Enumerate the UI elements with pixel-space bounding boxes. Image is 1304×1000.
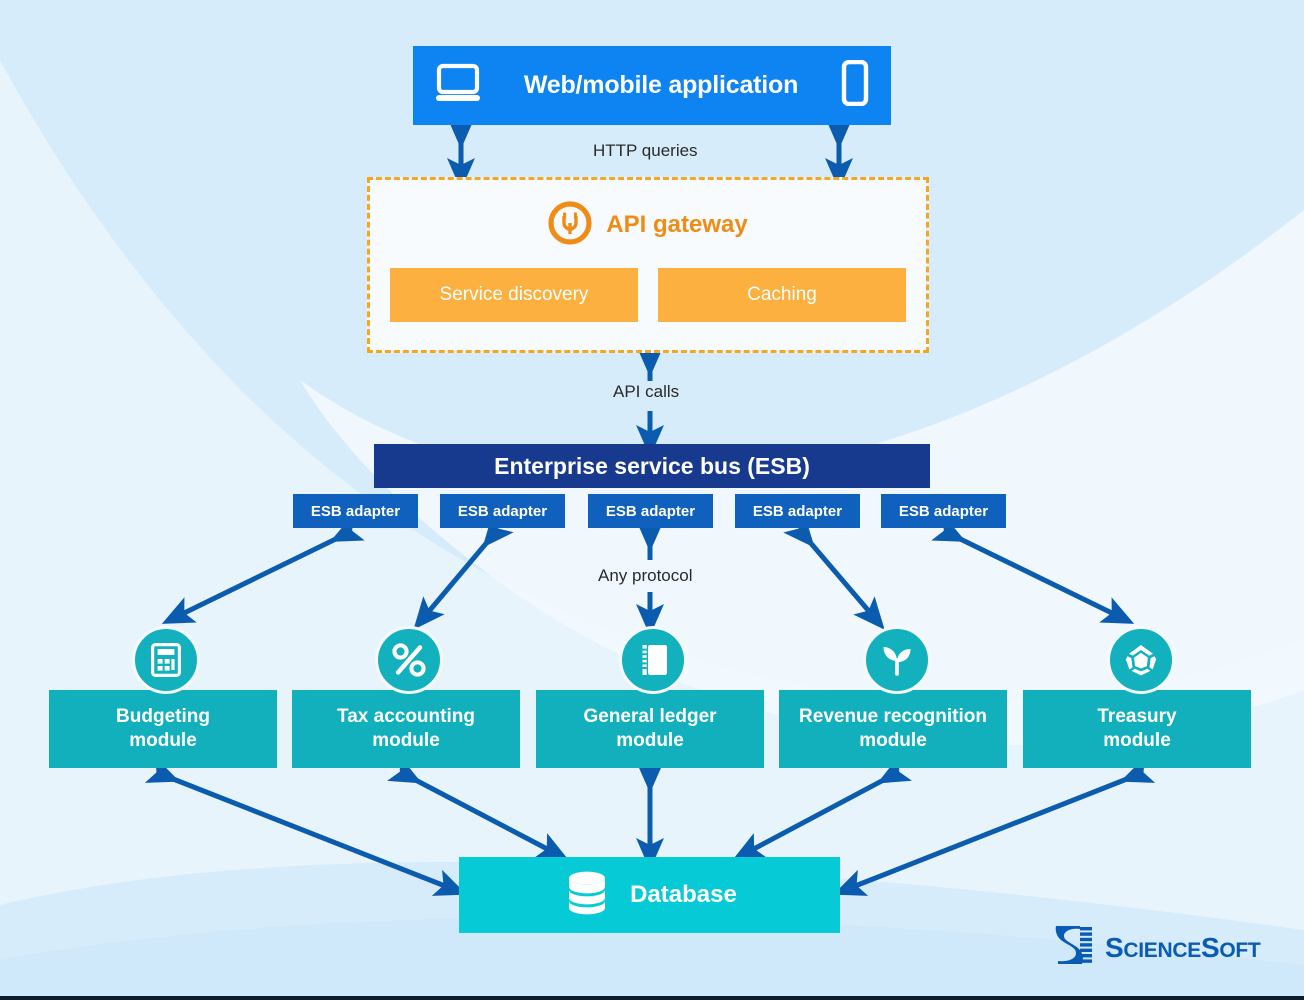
module-tax-accounting-line1: Tax accounting [337,706,475,728]
esb-adapter-3[interactable]: ESB adapter [588,494,713,528]
api-gateway-header: API gateway [548,200,748,250]
percent-icon [375,626,443,694]
laptop-icon [435,63,481,108]
logo-s1: S [1105,931,1124,963]
diagram-canvas: Web/mobile application HTTP queries API … [0,0,1304,1000]
ledger-book-icon [619,626,687,694]
mobile-phone-icon [841,59,869,111]
sciencesoft-s-mark [1050,922,1096,973]
module-budgeting[interactable]: Budgeting module [49,690,277,768]
database-cylinder-icon [562,870,612,921]
module-revenue-recognition-line2: module [859,730,927,751]
logo-oft: OFT [1219,938,1261,962]
module-general-ledger-line2: module [616,730,684,751]
service-discovery-box[interactable]: Service discovery [390,268,638,322]
sprout-icon [863,626,931,694]
module-tax-accounting-line2: module [372,730,440,751]
api-gateway-capabilities: Service discovery Caching [370,268,926,322]
module-general-ledger-label: General ledger module [583,705,716,753]
calculator-icon [132,626,200,694]
esb-label: Enterprise service bus (ESB) [494,452,810,479]
module-revenue-recognition-line1: Revenue recognition [799,706,987,728]
module-treasury-label: Treasury module [1097,705,1176,753]
web-mobile-application-label: Web/mobile application [523,71,799,99]
caching-box[interactable]: Caching [658,268,906,322]
module-budgeting-label: Budgeting module [116,705,210,753]
any-protocol-label: Any protocol [598,566,693,585]
sciencesoft-wordmark: SCIENCESOFT [1105,931,1261,964]
module-revenue-recognition-label: Revenue recognition module [799,705,987,753]
sciencesoft-logo: SCIENCESOFT [1050,922,1261,973]
module-revenue-recognition[interactable]: Revenue recognition module [779,690,1007,768]
logo-cience: CIENCE [1123,938,1201,962]
module-budgeting-line2: module [129,730,197,751]
module-treasury-line1: Treasury [1097,706,1177,728]
enterprise-service-bus-box[interactable]: Enterprise service bus (ESB) [374,444,930,488]
database-box[interactable]: Database [459,857,840,933]
logo-s2: S [1200,931,1220,963]
gem-icon [1107,626,1175,694]
api-gateway-group[interactable]: API gateway Service discovery Caching [367,177,929,353]
api-calls-label: API calls [613,382,680,401]
esb-adapter-1[interactable]: ESB adapter [293,494,418,528]
http-queries-label: HTTP queries [593,141,698,160]
module-general-ledger-line1: General ledger [583,706,717,728]
esb-adapter-4[interactable]: ESB adapter [735,494,860,528]
api-gateway-label: API gateway [606,211,748,238]
plug-circle-icon [548,200,592,250]
module-general-ledger[interactable]: General ledger module [536,690,764,768]
module-tax-accounting-label: Tax accounting module [337,705,475,753]
module-budgeting-line1: Budgeting [116,706,210,728]
module-treasury[interactable]: Treasury module [1023,690,1251,768]
module-tax-accounting[interactable]: Tax accounting module [292,690,520,768]
module-treasury-line2: module [1103,730,1171,751]
esb-adapter-5[interactable]: ESB adapter [881,494,1006,528]
esb-adapter-2[interactable]: ESB adapter [440,494,565,528]
database-label: Database [630,881,737,908]
web-mobile-application-box[interactable]: Web/mobile application [413,46,891,125]
